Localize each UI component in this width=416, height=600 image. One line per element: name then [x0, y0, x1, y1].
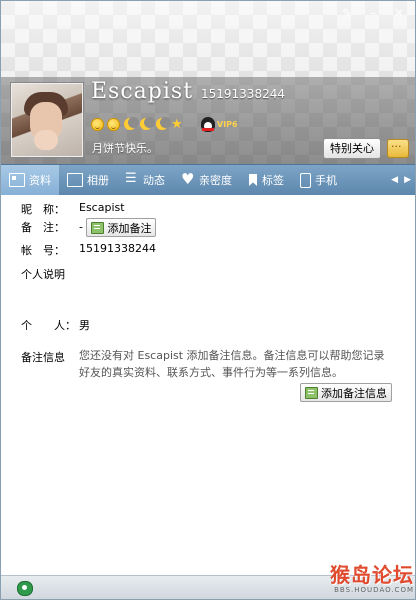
- nickname-value: Escapist: [79, 201, 125, 214]
- personal-label: 个 人：: [21, 319, 76, 332]
- note-icon: [305, 386, 318, 399]
- remark-value-wrap: - 添加备注: [79, 218, 157, 237]
- star-icon: ★: [171, 117, 183, 132]
- tab-label: 手机: [315, 174, 337, 187]
- arrow-right-icon[interactable]: ▶: [404, 175, 411, 185]
- photo-icon: [67, 173, 83, 187]
- bio-label: 个人说明: [21, 268, 65, 281]
- add-note-info-button[interactable]: 添加备注信息: [300, 383, 392, 402]
- note-info-label: 备注信息: [21, 351, 65, 364]
- card-icon: [9, 173, 25, 187]
- remark-row: 备 注： - 添加备注: [21, 218, 157, 237]
- penguin-icon: [201, 117, 215, 132]
- tab-label: 动态: [143, 174, 165, 187]
- nickname-label: 昵 称：: [21, 203, 65, 216]
- personal-row: 个 人： 男: [21, 317, 90, 333]
- special-care-button[interactable]: 特别关心: [323, 138, 381, 159]
- vip-badge[interactable]: VIP6: [201, 117, 238, 132]
- chat-bubble-icon[interactable]: [387, 137, 409, 158]
- vip-label: VIP6: [217, 120, 238, 129]
- personal-value: 男: [79, 319, 90, 332]
- account-row: 帐 号： 15191338244: [21, 242, 156, 258]
- moon-icon: [155, 117, 171, 131]
- moon-icon: [139, 117, 155, 131]
- sun-icon: [107, 118, 120, 131]
- tag-icon: [248, 174, 258, 186]
- profile-header: ✎ – ✕ Escapist 15191338244 ★ VIP6 月饼节快乐。…: [1, 1, 415, 164]
- avatar[interactable]: [11, 83, 83, 157]
- watermark-url: BBS.HOUDAO.COM: [334, 586, 414, 594]
- minimize-icon[interactable]: –: [365, 5, 381, 21]
- account-value: 15191338244: [79, 242, 156, 255]
- tab-label: 亲密度: [199, 174, 232, 187]
- add-note-info-label: 添加备注信息: [321, 386, 387, 400]
- add-remark-button[interactable]: 添加备注: [86, 218, 157, 237]
- bio-row: 个人说明: [21, 266, 77, 282]
- account-label: 帐 号：: [21, 244, 65, 257]
- tab-phone[interactable]: 手机: [292, 165, 345, 195]
- tab-label: 相册: [87, 174, 109, 187]
- tab-label: 标签: [262, 174, 284, 187]
- note-icon: [91, 221, 105, 234]
- level-icons[interactable]: ★: [91, 117, 184, 132]
- note-info-description: 您还没有对 Escapist 添加备注信息。备注信息可以帮助您记录好友的真实资料…: [79, 349, 385, 379]
- note-info-row: 备注信息: [21, 349, 77, 365]
- arrow-left-icon[interactable]: ◀: [391, 175, 398, 185]
- tab-feed[interactable]: 动态: [117, 165, 173, 195]
- profile-qq-number: 15191338244: [201, 87, 285, 101]
- remark-label: 备 注：: [21, 221, 65, 234]
- tab-tags[interactable]: 标签: [240, 165, 292, 195]
- window-controls: ✎ – ✕: [339, 5, 407, 21]
- phone-icon: [300, 172, 311, 188]
- moon-icon: [123, 117, 139, 131]
- tab-intimacy[interactable]: 亲密度: [173, 165, 240, 195]
- profile-window: ✎ – ✕ Escapist 15191338244 ★ VIP6 月饼节快乐。…: [0, 0, 416, 600]
- profile-signature: 月饼节快乐。: [92, 142, 158, 155]
- profile-details: 昵 称： Escapist 备 注： - 添加备注 帐 号： 151913382…: [1, 195, 415, 569]
- close-icon[interactable]: ✕: [391, 5, 407, 21]
- remark-value: -: [79, 220, 83, 234]
- skin-icon[interactable]: ✎: [339, 5, 355, 21]
- tab-scroll-arrows: ◀ ▶: [391, 175, 415, 185]
- tab-album[interactable]: 相册: [59, 165, 117, 195]
- watermark: 猴岛论坛 BBS.HOUDAO.COM: [330, 559, 414, 594]
- nickname-row: 昵 称： Escapist: [21, 201, 125, 217]
- list-icon: [125, 171, 139, 186]
- tab-label: 资料: [29, 174, 51, 187]
- heart-icon: [181, 170, 195, 188]
- avatar-hand: [34, 130, 58, 150]
- add-remark-label: 添加备注: [107, 221, 152, 235]
- profile-tabs: 资料 相册 动态 亲密度 标签 手机 ◀ ▶: [1, 164, 415, 195]
- watermark-logo: 猴岛论坛: [330, 563, 414, 587]
- online-status-icon[interactable]: [17, 581, 33, 596]
- profile-nickname: Escapist: [91, 79, 194, 104]
- sun-icon: [91, 118, 104, 131]
- tab-info[interactable]: 资料: [1, 165, 59, 195]
